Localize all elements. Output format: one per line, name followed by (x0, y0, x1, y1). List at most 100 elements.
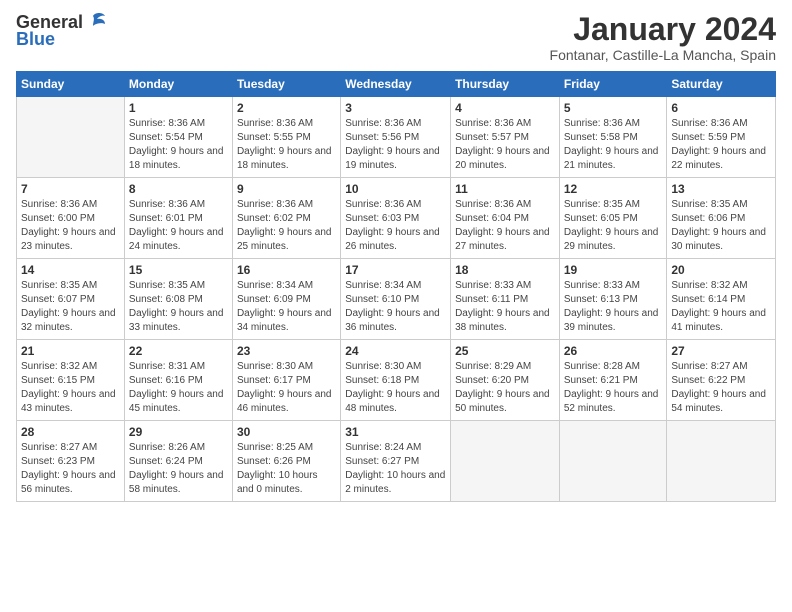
day-cell: 10 Sunrise: 8:36 AMSunset: 6:03 PMDayligh… (341, 178, 451, 259)
day-info: Sunrise: 8:25 AMSunset: 6:26 PMDaylight:… (237, 441, 336, 497)
day-number: 20 (671, 263, 771, 277)
day-cell: 2Sunrise: 8:36 AMSunset: 5:55 PMDaylight… (232, 97, 340, 178)
header-cell-thursday: Thursday (451, 72, 560, 97)
header-cell-wednesday: Wednesday (341, 72, 451, 97)
day-number: 21 (21, 344, 120, 358)
day-cell: 1 Sunrise: 8:36 AMSunset: 5:54 PMDaylight… (124, 97, 232, 178)
day-cell: 18 Sunrise: 8:33 AMSunset: 6:11 PMDayligh… (451, 259, 560, 340)
day-info: Sunrise: 8:27 AMSunset: 6:22 PMDaylight:… (671, 360, 771, 416)
day-cell: 12Sunrise: 8:35 AMSunset: 6:05 PMDayligh… (559, 178, 667, 259)
header-cell-sunday: Sunday (17, 72, 125, 97)
day-info: Sunrise: 8:36 AMSunset: 5:55 PMDaylight:… (237, 117, 336, 173)
header-row: SundayMondayTuesdayWednesdayThursdayFrid… (17, 72, 776, 97)
day-info: Sunrise: 8:36 AMSunset: 6:04 PMDaylight:… (455, 198, 555, 254)
week-row-3: 21 Sunrise: 8:32 AMSunset: 6:15 PMDayligh… (17, 340, 776, 421)
day-number: 24 (345, 344, 446, 358)
day-number: 26 (564, 344, 663, 358)
day-number: 3 (345, 101, 446, 115)
day-number: 10 (345, 182, 446, 196)
day-number: 31 (345, 425, 446, 439)
logo: General Blue (16, 12, 107, 50)
day-cell: 4 Sunrise: 8:36 AMSunset: 5:57 PMDaylight… (451, 97, 560, 178)
day-info: Sunrise: 8:32 AMSunset: 6:15 PMDaylight:… (21, 360, 120, 416)
day-cell: 28 Sunrise: 8:27 AMSunset: 6:23 PMDayligh… (17, 421, 125, 502)
day-cell: 24 Sunrise: 8:30 AMSunset: 6:18 PMDayligh… (341, 340, 451, 421)
day-cell: 26 Sunrise: 8:28 AMSunset: 6:21 PMDayligh… (559, 340, 667, 421)
day-cell: 14 Sunrise: 8:35 AMSunset: 6:07 PMDayligh… (17, 259, 125, 340)
header: General Blue January 2024 Fontanar, Cast… (16, 12, 776, 63)
day-info: Sunrise: 8:30 AMSunset: 6:18 PMDaylight:… (345, 360, 446, 416)
day-number: 16 (237, 263, 336, 277)
day-cell: 3 Sunrise: 8:36 AMSunset: 5:56 PMDaylight… (341, 97, 451, 178)
header-cell-monday: Monday (124, 72, 232, 97)
day-number: 27 (671, 344, 771, 358)
day-cell: 13 Sunrise: 8:35 AMSunset: 6:06 PMDayligh… (667, 178, 776, 259)
day-cell: 30 Sunrise: 8:25 AMSunset: 6:26 PMDayligh… (232, 421, 340, 502)
day-number: 7 (21, 182, 120, 196)
day-number: 25 (455, 344, 555, 358)
day-info: Sunrise: 8:30 AMSunset: 6:17 PMDaylight:… (237, 360, 336, 416)
day-cell: 22 Sunrise: 8:31 AMSunset: 6:16 PMDayligh… (124, 340, 232, 421)
day-cell: 25Sunrise: 8:29 AMSunset: 6:20 PMDayligh… (451, 340, 560, 421)
day-cell: 23Sunrise: 8:30 AMSunset: 6:17 PMDayligh… (232, 340, 340, 421)
day-info: Sunrise: 8:36 AMSunset: 6:00 PMDaylight:… (21, 198, 120, 254)
day-cell: 19Sunrise: 8:33 AMSunset: 6:13 PMDayligh… (559, 259, 667, 340)
day-info: Sunrise: 8:32 AMSunset: 6:14 PMDaylight:… (671, 279, 771, 335)
day-number: 9 (237, 182, 336, 196)
day-number: 13 (671, 182, 771, 196)
day-info: Sunrise: 8:33 AMSunset: 6:11 PMDaylight:… (455, 279, 555, 335)
title-block: January 2024 Fontanar, Castille-La Manch… (550, 12, 776, 63)
day-cell: 16Sunrise: 8:34 AMSunset: 6:09 PMDayligh… (232, 259, 340, 340)
day-info: Sunrise: 8:36 AMSunset: 6:02 PMDaylight:… (237, 198, 336, 254)
day-cell (17, 97, 125, 178)
day-cell: 21 Sunrise: 8:32 AMSunset: 6:15 PMDayligh… (17, 340, 125, 421)
logo-bird-icon (85, 10, 107, 32)
day-number: 1 (129, 101, 228, 115)
header-cell-saturday: Saturday (667, 72, 776, 97)
day-number: 28 (21, 425, 120, 439)
day-cell: 15 Sunrise: 8:35 AMSunset: 6:08 PMDayligh… (124, 259, 232, 340)
day-cell: 9 Sunrise: 8:36 AMSunset: 6:02 PMDaylight… (232, 178, 340, 259)
day-cell: 8 Sunrise: 8:36 AMSunset: 6:01 PMDaylight… (124, 178, 232, 259)
day-number: 14 (21, 263, 120, 277)
day-info: Sunrise: 8:27 AMSunset: 6:23 PMDaylight:… (21, 441, 120, 497)
day-number: 29 (129, 425, 228, 439)
day-cell: 5Sunrise: 8:36 AMSunset: 5:58 PMDaylight… (559, 97, 667, 178)
day-number: 18 (455, 263, 555, 277)
day-number: 17 (345, 263, 446, 277)
day-info: Sunrise: 8:36 AMSunset: 6:03 PMDaylight:… (345, 198, 446, 254)
month-title: January 2024 (550, 12, 776, 47)
header-cell-friday: Friday (559, 72, 667, 97)
day-info: Sunrise: 8:35 AMSunset: 6:07 PMDaylight:… (21, 279, 120, 335)
day-cell: 17 Sunrise: 8:34 AMSunset: 6:10 PMDayligh… (341, 259, 451, 340)
week-row-2: 14 Sunrise: 8:35 AMSunset: 6:07 PMDayligh… (17, 259, 776, 340)
day-info: Sunrise: 8:36 AMSunset: 5:56 PMDaylight:… (345, 117, 446, 173)
day-info: Sunrise: 8:35 AMSunset: 6:08 PMDaylight:… (129, 279, 228, 335)
day-cell: 7 Sunrise: 8:36 AMSunset: 6:00 PMDaylight… (17, 178, 125, 259)
day-cell: 27 Sunrise: 8:27 AMSunset: 6:22 PMDayligh… (667, 340, 776, 421)
day-info: Sunrise: 8:36 AMSunset: 5:57 PMDaylight:… (455, 117, 555, 173)
day-number: 22 (129, 344, 228, 358)
day-cell: 31 Sunrise: 8:24 AMSunset: 6:27 PMDayligh… (341, 421, 451, 502)
day-number: 19 (564, 263, 663, 277)
day-cell (559, 421, 667, 502)
day-info: Sunrise: 8:34 AMSunset: 6:10 PMDaylight:… (345, 279, 446, 335)
day-info: Sunrise: 8:36 AMSunset: 6:01 PMDaylight:… (129, 198, 228, 254)
week-row-4: 28 Sunrise: 8:27 AMSunset: 6:23 PMDayligh… (17, 421, 776, 502)
day-cell: 29 Sunrise: 8:26 AMSunset: 6:24 PMDayligh… (124, 421, 232, 502)
day-info: Sunrise: 8:31 AMSunset: 6:16 PMDaylight:… (129, 360, 228, 416)
day-number: 30 (237, 425, 336, 439)
day-info: Sunrise: 8:35 AMSunset: 6:05 PMDaylight:… (564, 198, 663, 254)
day-number: 15 (129, 263, 228, 277)
day-info: Sunrise: 8:28 AMSunset: 6:21 PMDaylight:… (564, 360, 663, 416)
day-number: 8 (129, 182, 228, 196)
header-cell-tuesday: Tuesday (232, 72, 340, 97)
day-info: Sunrise: 8:36 AMSunset: 5:54 PMDaylight:… (129, 117, 228, 173)
day-info: Sunrise: 8:26 AMSunset: 6:24 PMDaylight:… (129, 441, 228, 497)
day-number: 5 (564, 101, 663, 115)
day-cell (667, 421, 776, 502)
day-info: Sunrise: 8:24 AMSunset: 6:27 PMDaylight:… (345, 441, 446, 497)
week-row-1: 7 Sunrise: 8:36 AMSunset: 6:00 PMDaylight… (17, 178, 776, 259)
day-info: Sunrise: 8:35 AMSunset: 6:06 PMDaylight:… (671, 198, 771, 254)
day-number: 4 (455, 101, 555, 115)
